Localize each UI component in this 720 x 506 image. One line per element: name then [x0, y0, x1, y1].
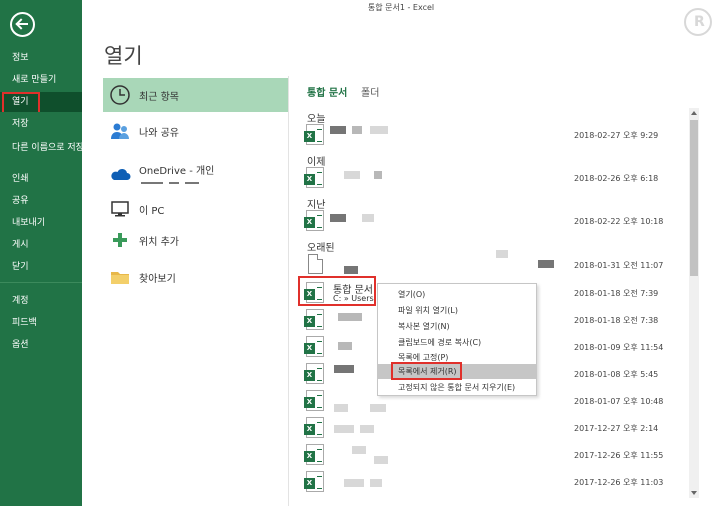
nav-account[interactable]: 계정 [0, 291, 82, 311]
watermark-logo-icon [684, 8, 712, 36]
file-date: 2017-12-26 오후 11:03 [574, 478, 664, 487]
menu-open-copy[interactable]: 복사본 열기(N) [378, 319, 536, 334]
clock-icon [110, 85, 130, 105]
file-date: 2018-01-07 오후 10:48 [574, 397, 664, 406]
nav-save[interactable]: 저장 [0, 114, 82, 134]
place-this-pc[interactable]: 이 PC [103, 192, 288, 226]
place-label: 이 PC [139, 206, 165, 217]
place-label: 최근 항목 [139, 92, 179, 103]
file-date: 2018-01-18 오전 7:38 [574, 316, 659, 325]
file-row[interactable]: X 2018-02-22 오후 10:18 [300, 208, 686, 234]
excel-file-icon: X [304, 363, 324, 384]
plus-icon [113, 233, 127, 247]
highlight-box [298, 276, 376, 306]
highlight-box [391, 362, 462, 380]
nav-options[interactable]: 옵션 [0, 335, 82, 355]
file-date: 2018-02-26 오후 6:18 [574, 174, 659, 183]
nav-save-as[interactable]: 다른 이름으로 저장 [0, 138, 82, 158]
menu-open[interactable]: 열기(O) [378, 287, 536, 302]
excel-file-icon: X [304, 210, 324, 231]
file-row[interactable]: X 2017-12-27 오후 2:14 [300, 415, 686, 441]
place-label: 찾아보기 [139, 274, 176, 285]
redacted-account [141, 182, 211, 186]
tab-folders[interactable]: 폴더 [361, 84, 379, 99]
place-browse[interactable]: 찾아보기 [103, 260, 288, 294]
menu-clear-unpinned[interactable]: 고정되지 않은 통합 문서 지우기(E) [378, 380, 536, 395]
nav-print[interactable]: 인쇄 [0, 169, 82, 189]
panel-divider [288, 76, 289, 506]
place-label: 나와 공유 [139, 128, 179, 139]
nav-close[interactable]: 닫기 [0, 257, 82, 277]
excel-file-icon: X [304, 417, 324, 438]
place-label: 위치 추가 [139, 237, 179, 248]
nav-new[interactable]: 새로 만들기 [0, 70, 82, 90]
place-recent[interactable]: 최근 항목 [103, 78, 288, 112]
file-date: 2018-02-22 오후 10:18 [574, 217, 664, 226]
nav-info[interactable]: 정보 [0, 48, 82, 68]
nav-open[interactable]: 열기 [0, 92, 82, 112]
place-onedrive[interactable]: OneDrive - 개인 [103, 158, 288, 192]
file-row[interactable]: X 2017-12-26 오후 11:55 [300, 442, 686, 468]
file-icon [308, 254, 323, 274]
people-icon [111, 123, 129, 139]
excel-file-icon: X [304, 390, 324, 411]
file-row[interactable]: X 2017-12-26 오후 11:03 [300, 469, 686, 495]
file-date: 2017-12-27 오후 2:14 [574, 424, 659, 433]
file-date: 2018-01-31 오전 11:07 [574, 261, 664, 270]
nav-divider [0, 282, 82, 283]
back-arrow-icon[interactable] [10, 12, 35, 37]
file-date: 2018-01-08 오후 5:45 [574, 370, 659, 379]
place-label: OneDrive - 개인 [139, 166, 215, 177]
file-date: 2017-12-26 오후 11:55 [574, 451, 664, 460]
file-date: 2018-01-18 오전 7:39 [574, 289, 659, 298]
computer-icon [111, 201, 129, 217]
scroll-thumb[interactable] [690, 120, 698, 276]
tab-workbooks[interactable]: 통합 문서 [307, 84, 347, 99]
place-shared[interactable]: 나와 공유 [103, 114, 288, 148]
places-panel: 최근 항목 나와 공유 OneDrive - 개인 이 PC 위치 추가 찾아보… [103, 78, 288, 506]
excel-file-icon: X [304, 309, 324, 330]
nav-publish[interactable]: 게시 [0, 235, 82, 255]
file-row[interactable]: X 2018-02-27 오후 9:29 [300, 122, 686, 148]
window-title: 통합 문서1 - Excel [367, 3, 435, 12]
excel-file-icon: X [304, 336, 324, 357]
file-date: 2018-01-09 오후 11:54 [574, 343, 664, 352]
nav-share[interactable]: 공유 [0, 191, 82, 211]
scroll-down-arrow-icon[interactable] [689, 488, 699, 498]
backstage-nav: 정보 새로 만들기 열기 저장 다른 이름으로 저장 인쇄 공유 내보내기 게시… [0, 0, 82, 506]
nav-feedback[interactable]: 피드백 [0, 313, 82, 333]
highlight-box [2, 92, 40, 112]
place-add[interactable]: 위치 추가 [103, 223, 288, 257]
excel-file-icon: X [304, 471, 324, 492]
cloud-icon [111, 168, 131, 180]
menu-copy-path[interactable]: 클립보드에 경로 복사(C) [378, 335, 536, 350]
nav-export[interactable]: 내보내기 [0, 213, 82, 233]
menu-open-file-location[interactable]: 파일 위치 열기(L) [378, 303, 536, 318]
excel-file-icon: X [304, 124, 324, 145]
scroll-up-arrow-icon[interactable] [689, 108, 699, 118]
excel-file-icon: X [304, 444, 324, 465]
file-row[interactable]: 2018-01-31 오전 11:07 [300, 250, 686, 278]
file-date: 2018-02-27 오후 9:29 [574, 131, 659, 140]
file-row[interactable]: X 2018-02-26 오후 6:18 [300, 165, 686, 191]
page-title: 열기 [104, 44, 143, 68]
scrollbar[interactable] [689, 108, 699, 498]
excel-file-icon: X [304, 167, 324, 188]
folder-icon [111, 272, 129, 284]
